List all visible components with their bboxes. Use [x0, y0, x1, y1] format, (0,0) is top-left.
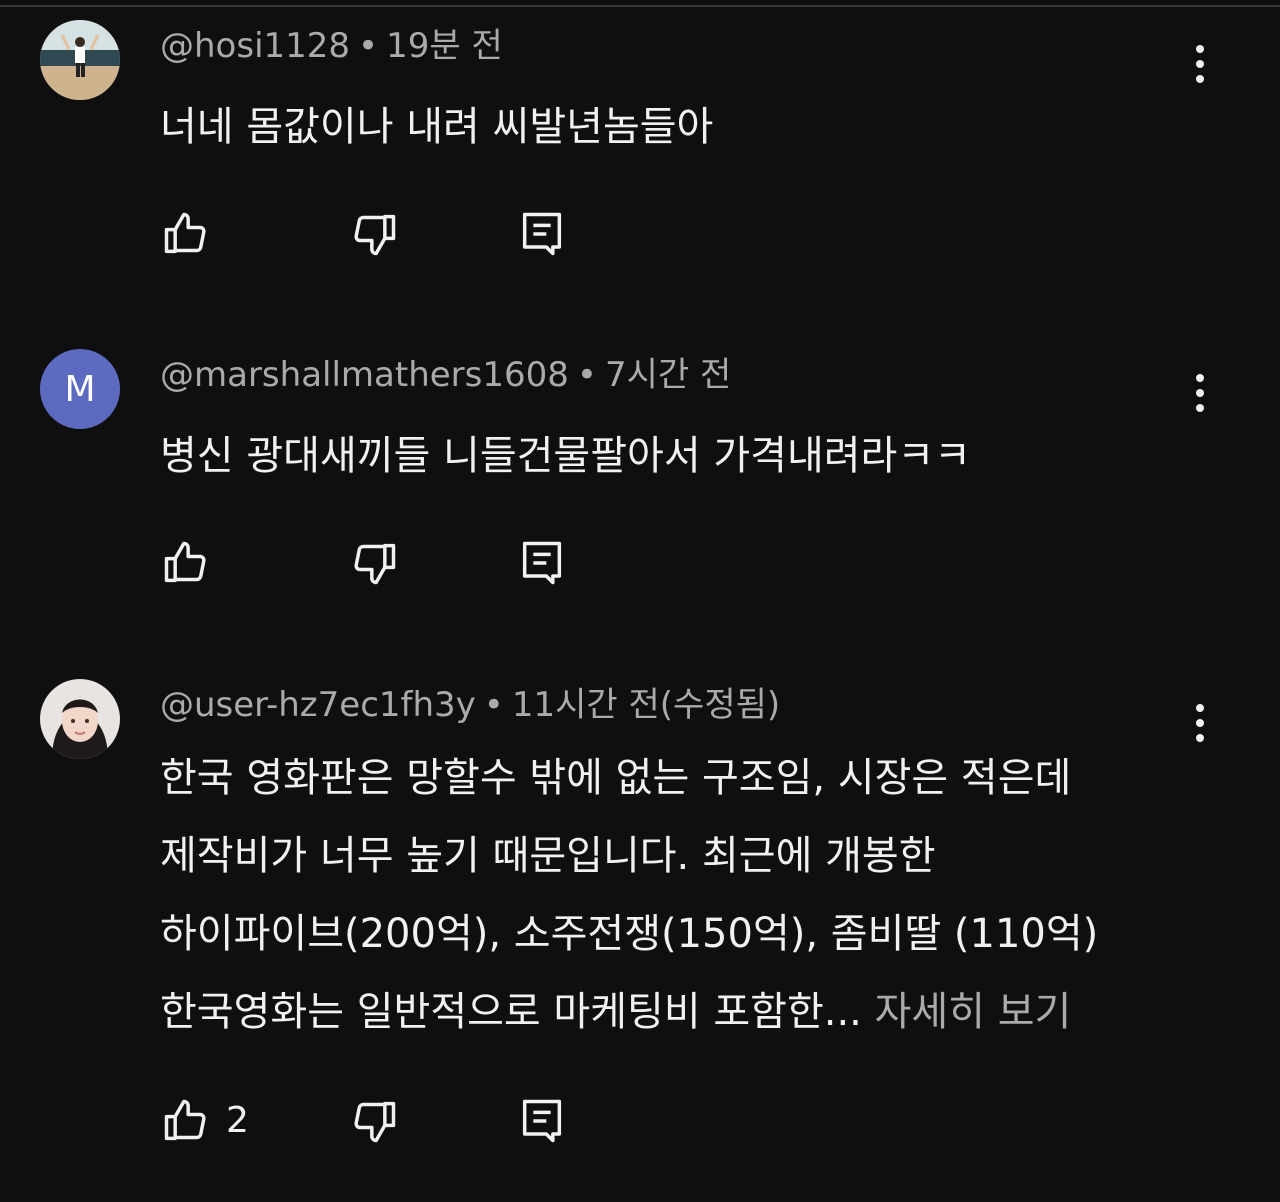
read-more-link[interactable]: 자세히 보기: [875, 989, 1072, 1035]
comment-meta: @hosi1128 • 19분 전: [160, 24, 503, 68]
avatar[interactable]: [40, 679, 120, 759]
like-count: 2: [226, 1100, 249, 1141]
comment-author[interactable]: @marshallmathers1608: [160, 355, 569, 395]
more-vert-icon[interactable]: [1180, 363, 1220, 423]
comment-line-last: 한국영화는 일반적으로 마케팅비 포함한... 자세히 보기: [160, 973, 1170, 1051]
thumbs-down-icon[interactable]: [346, 535, 402, 591]
comment-text: 한국 영화판은 망할수 밖에 없는 구조임, 시장은 적은데 제작비가 너무 높…: [160, 739, 1170, 1051]
comment-line: 병신 광대새끼들 니들건물팔아서 가격내려라ㅋㅋ: [160, 433, 971, 479]
avatar[interactable]: M: [40, 349, 120, 429]
comment-actions: 2: [158, 1093, 658, 1149]
comment-text: 너네 몸값이나 내려 씨발년놈들아: [160, 88, 1170, 166]
comment-line: 제작비가 너무 높기 때문입니다. 최근에 개봉한: [160, 833, 936, 879]
comment-actions: [158, 535, 658, 591]
comment-line: 너네 몸값이나 내려 씨발년놈들아: [160, 104, 714, 150]
more-vert-icon[interactable]: [1180, 34, 1220, 94]
comment-time: 11시간 전(수정됨): [511, 685, 781, 725]
comment-meta: @user-hz7ec1fh3y • 11시간 전(수정됨): [160, 683, 780, 727]
reply-icon[interactable]: [514, 1093, 570, 1149]
comment-line: 하이파이브(200억), 소주전쟁(150억), 좀비딸 (110억): [160, 911, 1099, 957]
reply-icon[interactable]: [514, 206, 570, 262]
thumbs-up-icon[interactable]: [158, 535, 214, 591]
avatar-letter: M: [64, 368, 96, 410]
comment-time: 19분 전: [386, 26, 503, 66]
comment-meta: @marshallmathers1608 • 7시간 전: [160, 353, 731, 397]
comment-line: 한국 영화판은 망할수 밖에 없는 구조임, 시장은 적은데: [160, 755, 1072, 801]
comments-page: @hosi1128 • 19분 전 너네 몸값이나 내려 씨발년놈들아 M @m…: [0, 0, 1280, 1202]
avatar-photo-icon: [40, 679, 120, 759]
divider: [0, 5, 1280, 7]
thumbs-down-icon[interactable]: [346, 1093, 402, 1149]
reply-icon[interactable]: [514, 535, 570, 591]
thumbs-down-icon[interactable]: [346, 206, 402, 262]
thumbs-up-icon[interactable]: [158, 206, 214, 262]
thumbs-up-icon[interactable]: [158, 1093, 214, 1149]
avatar-photo-icon: [40, 20, 120, 100]
comment-author[interactable]: @user-hz7ec1fh3y: [160, 685, 476, 725]
meta-separator: •: [358, 26, 379, 66]
comment-time: 7시간 전: [604, 355, 732, 395]
avatar[interactable]: [40, 20, 120, 100]
comment-text: 병신 광대새끼들 니들건물팔아서 가격내려라ㅋㅋ: [160, 417, 1170, 495]
meta-separator: •: [576, 355, 597, 395]
comment-actions: [158, 206, 658, 262]
more-vert-icon[interactable]: [1180, 693, 1220, 753]
comment-author[interactable]: @hosi1128: [160, 26, 350, 66]
meta-separator: •: [483, 685, 504, 725]
comment-line: 한국영화는 일반적으로 마케팅비 포함한...: [160, 989, 875, 1035]
